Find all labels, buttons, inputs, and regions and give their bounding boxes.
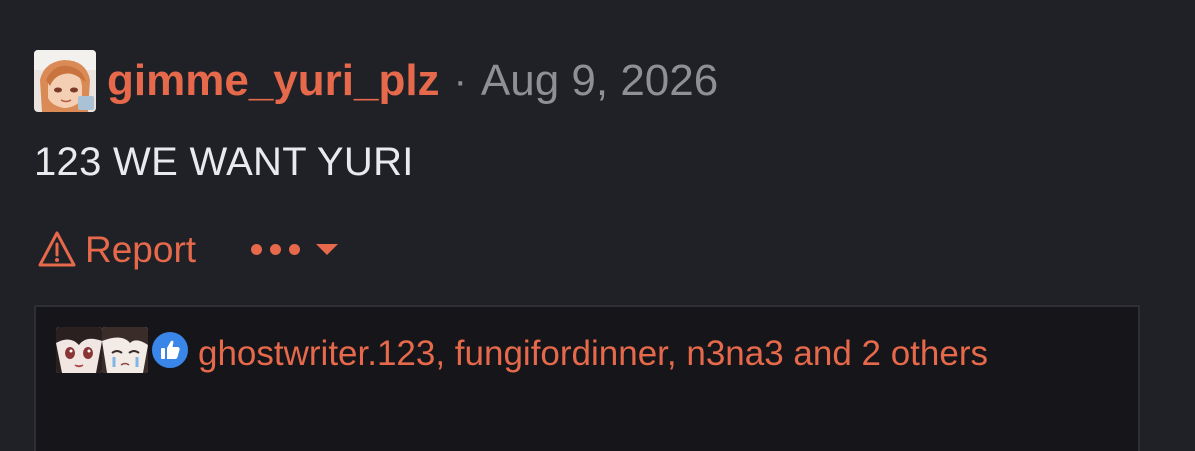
post-actions: Report: [37, 228, 339, 270]
reactions-box: ghostwriter.123, fungifordinner, n3na3 a…: [34, 305, 1140, 451]
reactor-avatar: [102, 327, 148, 373]
post: gimme_yuri_plz · Aug 9, 2026 123 WE WANT…: [0, 0, 1195, 451]
ellipsis-dot: [270, 243, 282, 255]
ellipsis-dot: [251, 243, 263, 255]
reactor-names[interactable]: ghostwriter.123, fungifordinner, n3na3 a…: [198, 334, 988, 373]
reactions-summary: ghostwriter.123, fungifordinner, n3na3 a…: [56, 327, 1056, 381]
more-options-button[interactable]: [251, 229, 339, 269]
ellipsis-dot: [289, 243, 301, 255]
author-username[interactable]: gimme_yuri_plz: [107, 59, 440, 103]
warning-triangle-icon: [37, 230, 77, 268]
post-message: 123 WE WANT YURI: [34, 140, 414, 184]
reactor-avatars[interactable]: [56, 327, 192, 377]
report-label: Report: [85, 228, 197, 270]
chevron-down-icon: [316, 243, 339, 255]
post-header: gimme_yuri_plz · Aug 9, 2026: [34, 50, 718, 112]
report-button[interactable]: Report: [37, 230, 196, 268]
author-avatar[interactable]: [34, 50, 96, 112]
thumbs-up-icon: [150, 330, 190, 370]
header-separator: ·: [453, 59, 467, 103]
reactor-avatar: [56, 327, 102, 373]
post-date[interactable]: Aug 9, 2026: [481, 59, 718, 103]
